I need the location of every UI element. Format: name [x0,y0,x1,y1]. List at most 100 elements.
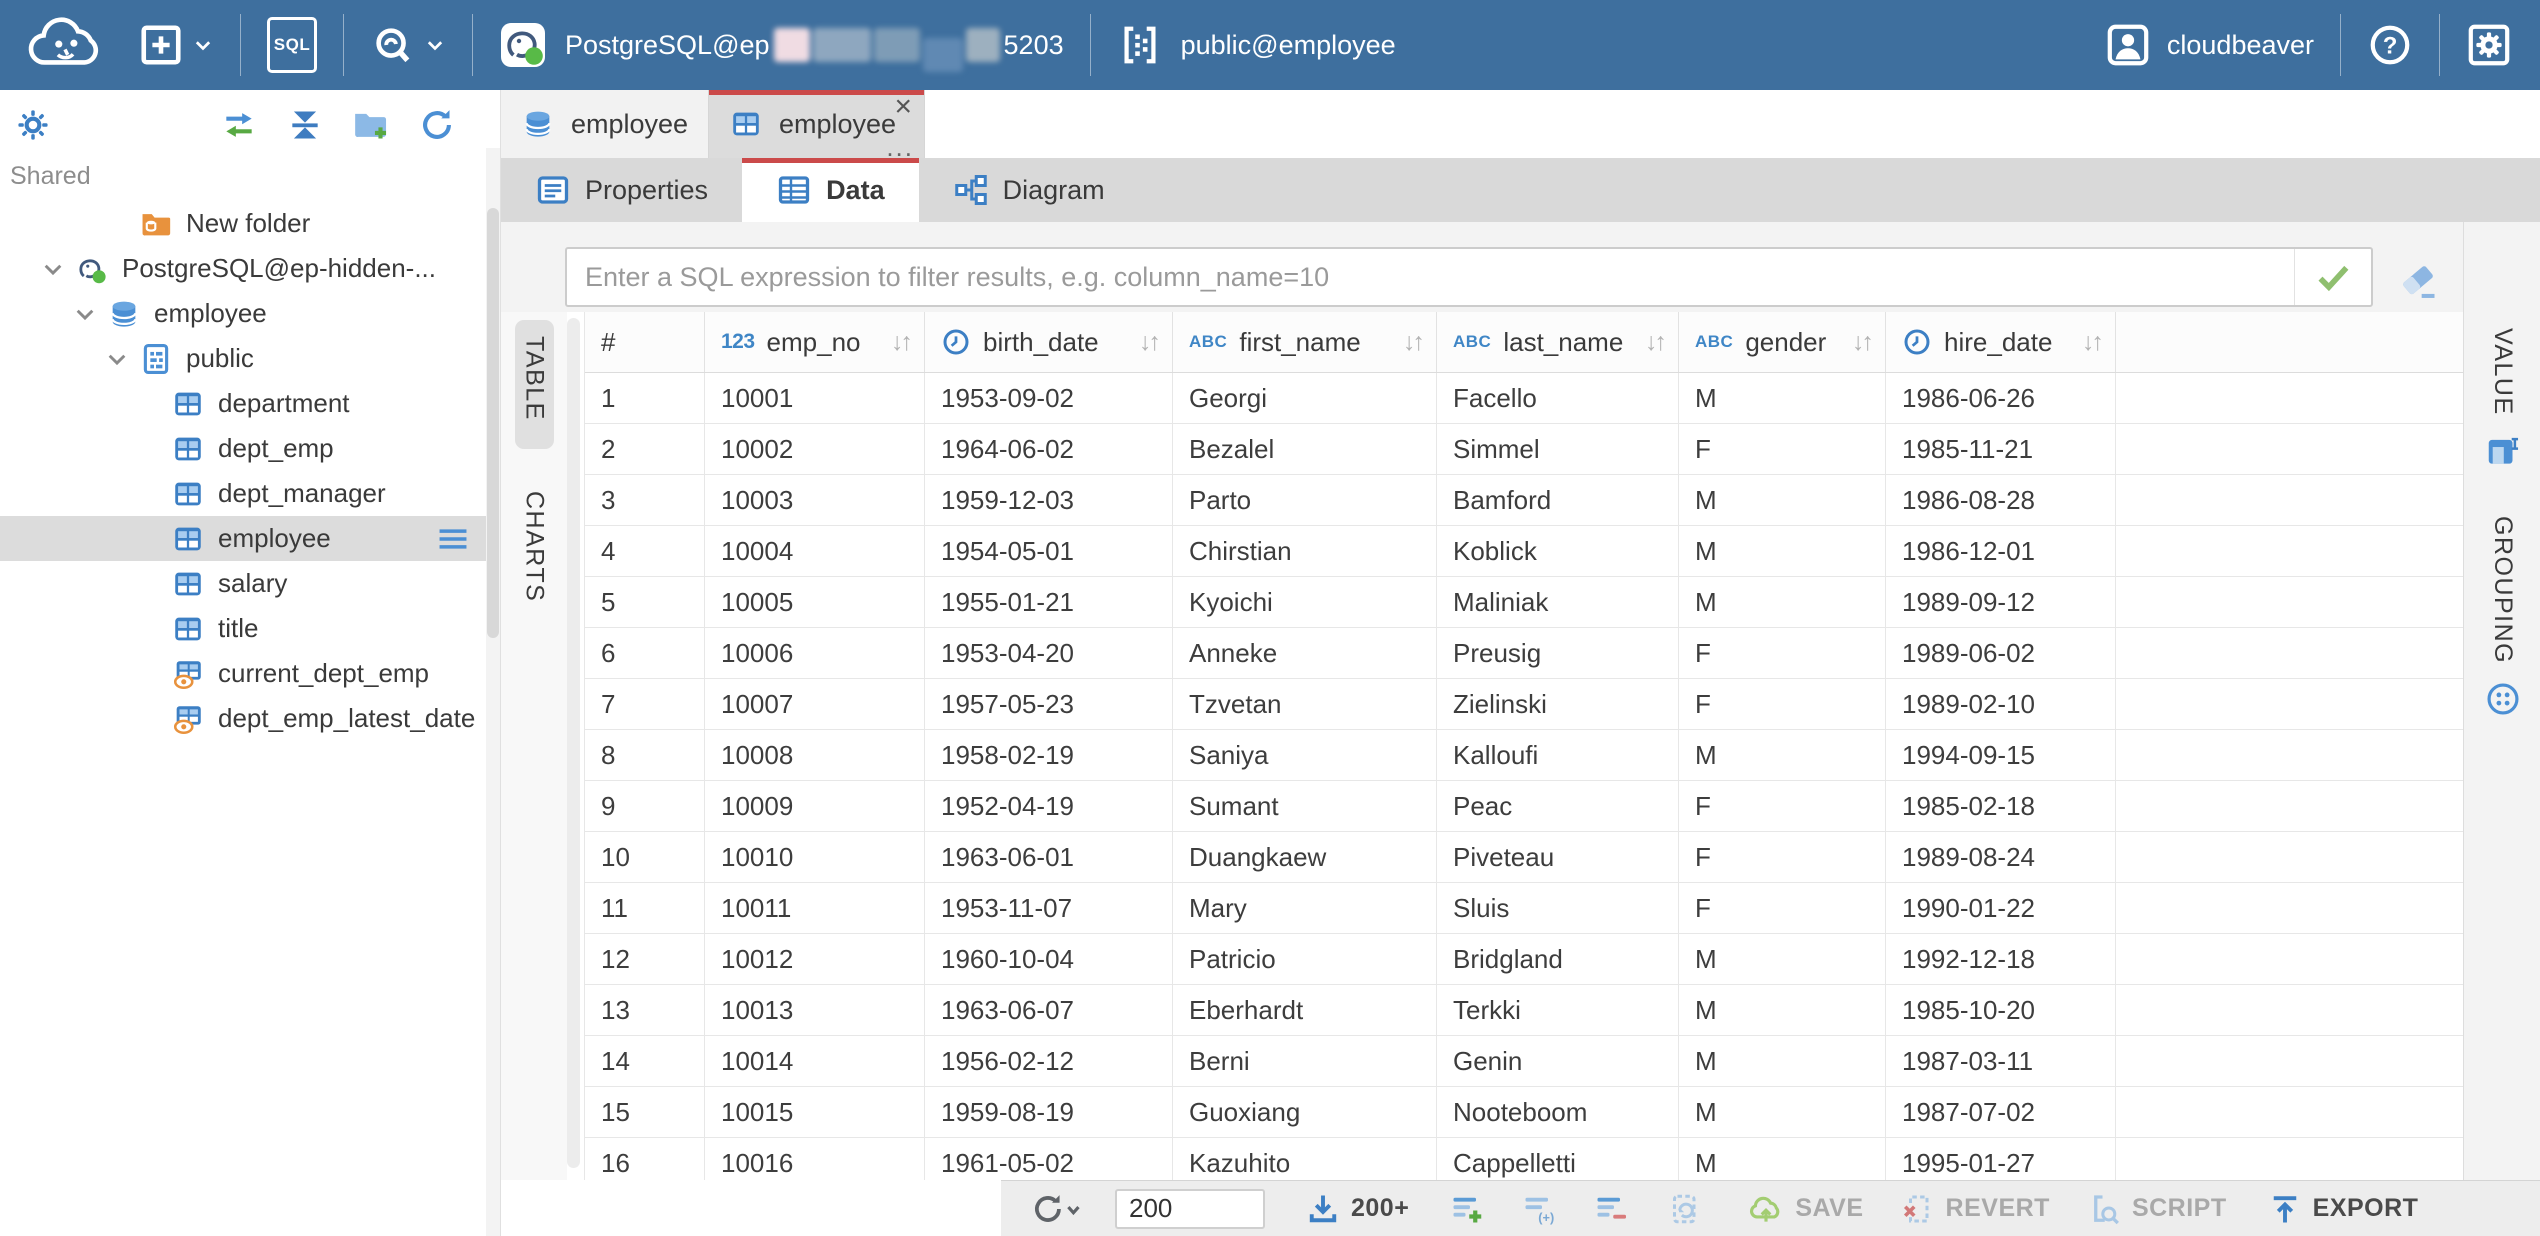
data-cell[interactable]: Bridgland [1437,934,1679,984]
column-header-gender[interactable]: ABCgender↓↑ [1679,312,1886,372]
tree-item-employee[interactable]: employee [0,516,500,561]
tree-item-title[interactable]: title [0,606,500,651]
data-cell[interactable]: 10003 [705,475,925,525]
data-cell[interactable]: 10010 [705,832,925,882]
data-cell[interactable]: Sumant [1173,781,1437,831]
data-cell[interactable]: M [1679,373,1886,423]
delete-row-icon[interactable] [1593,1191,1629,1227]
column-header-birth_date[interactable]: birth_date↓↑ [925,312,1173,372]
panel-tab-value[interactable]: VALUE [2484,328,2522,470]
data-cell[interactable]: Bamford [1437,475,1679,525]
editor-tab-employee[interactable]: employee×... [709,90,925,158]
data-cell[interactable]: 1992-12-18 [1886,934,2116,984]
data-cell[interactable]: Duangkaew [1173,832,1437,882]
column-header-first_name[interactable]: ABCfirst_name↓↑ [1173,312,1437,372]
data-cell[interactable]: 10008 [705,730,925,780]
data-cell[interactable]: F [1679,679,1886,729]
data-cell[interactable]: F [1679,832,1886,882]
row-index-cell[interactable]: 3 [585,475,705,525]
data-cell[interactable]: 1989-06-02 [1886,628,2116,678]
data-cell[interactable]: 1986-08-28 [1886,475,2116,525]
data-cell[interactable]: Chirstian [1173,526,1437,576]
data-cell[interactable]: Terkki [1437,985,1679,1035]
clear-filter-icon[interactable] [2396,260,2440,304]
tab-properties[interactable]: Properties [501,158,742,222]
data-cell[interactable]: Preusig [1437,628,1679,678]
data-cell[interactable]: M [1679,526,1886,576]
tree-item-postgresql-ep-hidden-[interactable]: PostgreSQL@ep-hidden-... [0,246,500,291]
apply-filter-button[interactable] [2294,249,2371,305]
data-cell[interactable]: M [1679,577,1886,627]
data-cell[interactable]: Sluis [1437,883,1679,933]
data-cell[interactable]: 1953-11-07 [925,883,1173,933]
new-object-button[interactable] [138,22,214,68]
data-cell[interactable]: 10015 [705,1087,925,1137]
data-cell[interactable]: Guoxiang [1173,1087,1437,1137]
row-index-cell[interactable]: 8 [585,730,705,780]
chevron-down-icon[interactable] [424,34,446,56]
tab-diagram[interactable]: Diagram [919,158,1139,222]
chevron-down-icon[interactable] [40,256,74,282]
data-cell[interactable]: 10013 [705,985,925,1035]
data-cell[interactable]: 1994-09-15 [1886,730,2116,780]
sort-arrows-icon[interactable]: ↓↑ [1139,328,1160,357]
row-limit-input[interactable] [1115,1189,1265,1229]
tree-item-public[interactable]: public [0,336,500,381]
data-cell[interactable]: 1958-02-19 [925,730,1173,780]
data-cell[interactable]: F [1679,424,1886,474]
data-cell[interactable]: Simmel [1437,424,1679,474]
data-cell[interactable]: Parto [1173,475,1437,525]
data-cell[interactable]: 1954-05-01 [925,526,1173,576]
data-cell[interactable]: M [1679,1036,1886,1086]
data-cell[interactable]: 10014 [705,1036,925,1086]
refresh-tree-icon[interactable] [418,106,456,144]
data-cell[interactable]: 1986-12-01 [1886,526,2116,576]
data-cell[interactable]: 1989-02-10 [1886,679,2116,729]
row-index-cell[interactable]: 15 [585,1087,705,1137]
data-cell[interactable]: M [1679,475,1886,525]
export-button[interactable]: EXPORT [2267,1191,2419,1227]
close-tab-icon[interactable]: × [894,92,912,122]
data-cell[interactable]: Nooteboom [1437,1087,1679,1137]
data-cell[interactable]: F [1679,781,1886,831]
row-index-cell[interactable]: 2 [585,424,705,474]
row-index-cell[interactable]: 1 [585,373,705,423]
tree-item-salary[interactable]: salary [0,561,500,606]
data-cell[interactable]: Zielinski [1437,679,1679,729]
column-header-last_name[interactable]: ABClast_name↓↑ [1437,312,1679,372]
presentation-tab-table[interactable]: TABLE [515,320,554,449]
data-cell[interactable]: F [1679,628,1886,678]
tab-menu-icon[interactable]: ... [886,134,914,160]
row-index-cell[interactable]: 7 [585,679,705,729]
data-cell[interactable]: Piveteau [1437,832,1679,882]
data-cell[interactable]: Saniya [1173,730,1437,780]
sync-connection-icon[interactable] [220,106,258,144]
sort-arrows-icon[interactable]: ↓↑ [891,328,912,357]
data-cell[interactable]: Georgi [1173,373,1437,423]
tree-item-dept-manager[interactable]: dept_manager [0,471,500,516]
data-cell[interactable]: M [1679,934,1886,984]
data-cell[interactable]: 1955-01-21 [925,577,1173,627]
data-cell[interactable]: 10006 [705,628,925,678]
row-index-cell[interactable]: 10 [585,832,705,882]
sort-arrows-icon[interactable]: ↓↑ [1403,328,1424,357]
editor-tab-employee[interactable]: employee [501,90,709,158]
data-cell[interactable]: 1952-04-19 [925,781,1173,831]
chevron-down-icon[interactable] [104,346,138,372]
row-index-cell[interactable]: 16 [585,1138,705,1180]
row-index-cell[interactable]: 5 [585,577,705,627]
collapse-all-icon[interactable] [286,106,324,144]
tree-item-new-folder[interactable]: New folder [0,201,500,246]
refresh-results-icon[interactable] [1029,1190,1081,1228]
row-index-cell[interactable]: 9 [585,781,705,831]
new-folder-icon[interactable] [352,106,390,144]
data-cell[interactable]: 10009 [705,781,925,831]
data-cell[interactable]: 1987-03-11 [1886,1036,2116,1086]
data-cell[interactable]: 1953-04-20 [925,628,1173,678]
fetch-more-button[interactable]: 200+ [1305,1191,1409,1227]
filter-input[interactable] [567,249,2294,305]
data-cell[interactable]: 1985-10-20 [1886,985,2116,1035]
tree-item-current-dept-emp[interactable]: current_dept_emp [0,651,500,696]
data-cell[interactable]: 1964-06-02 [925,424,1173,474]
data-cell[interactable]: 1959-12-03 [925,475,1173,525]
